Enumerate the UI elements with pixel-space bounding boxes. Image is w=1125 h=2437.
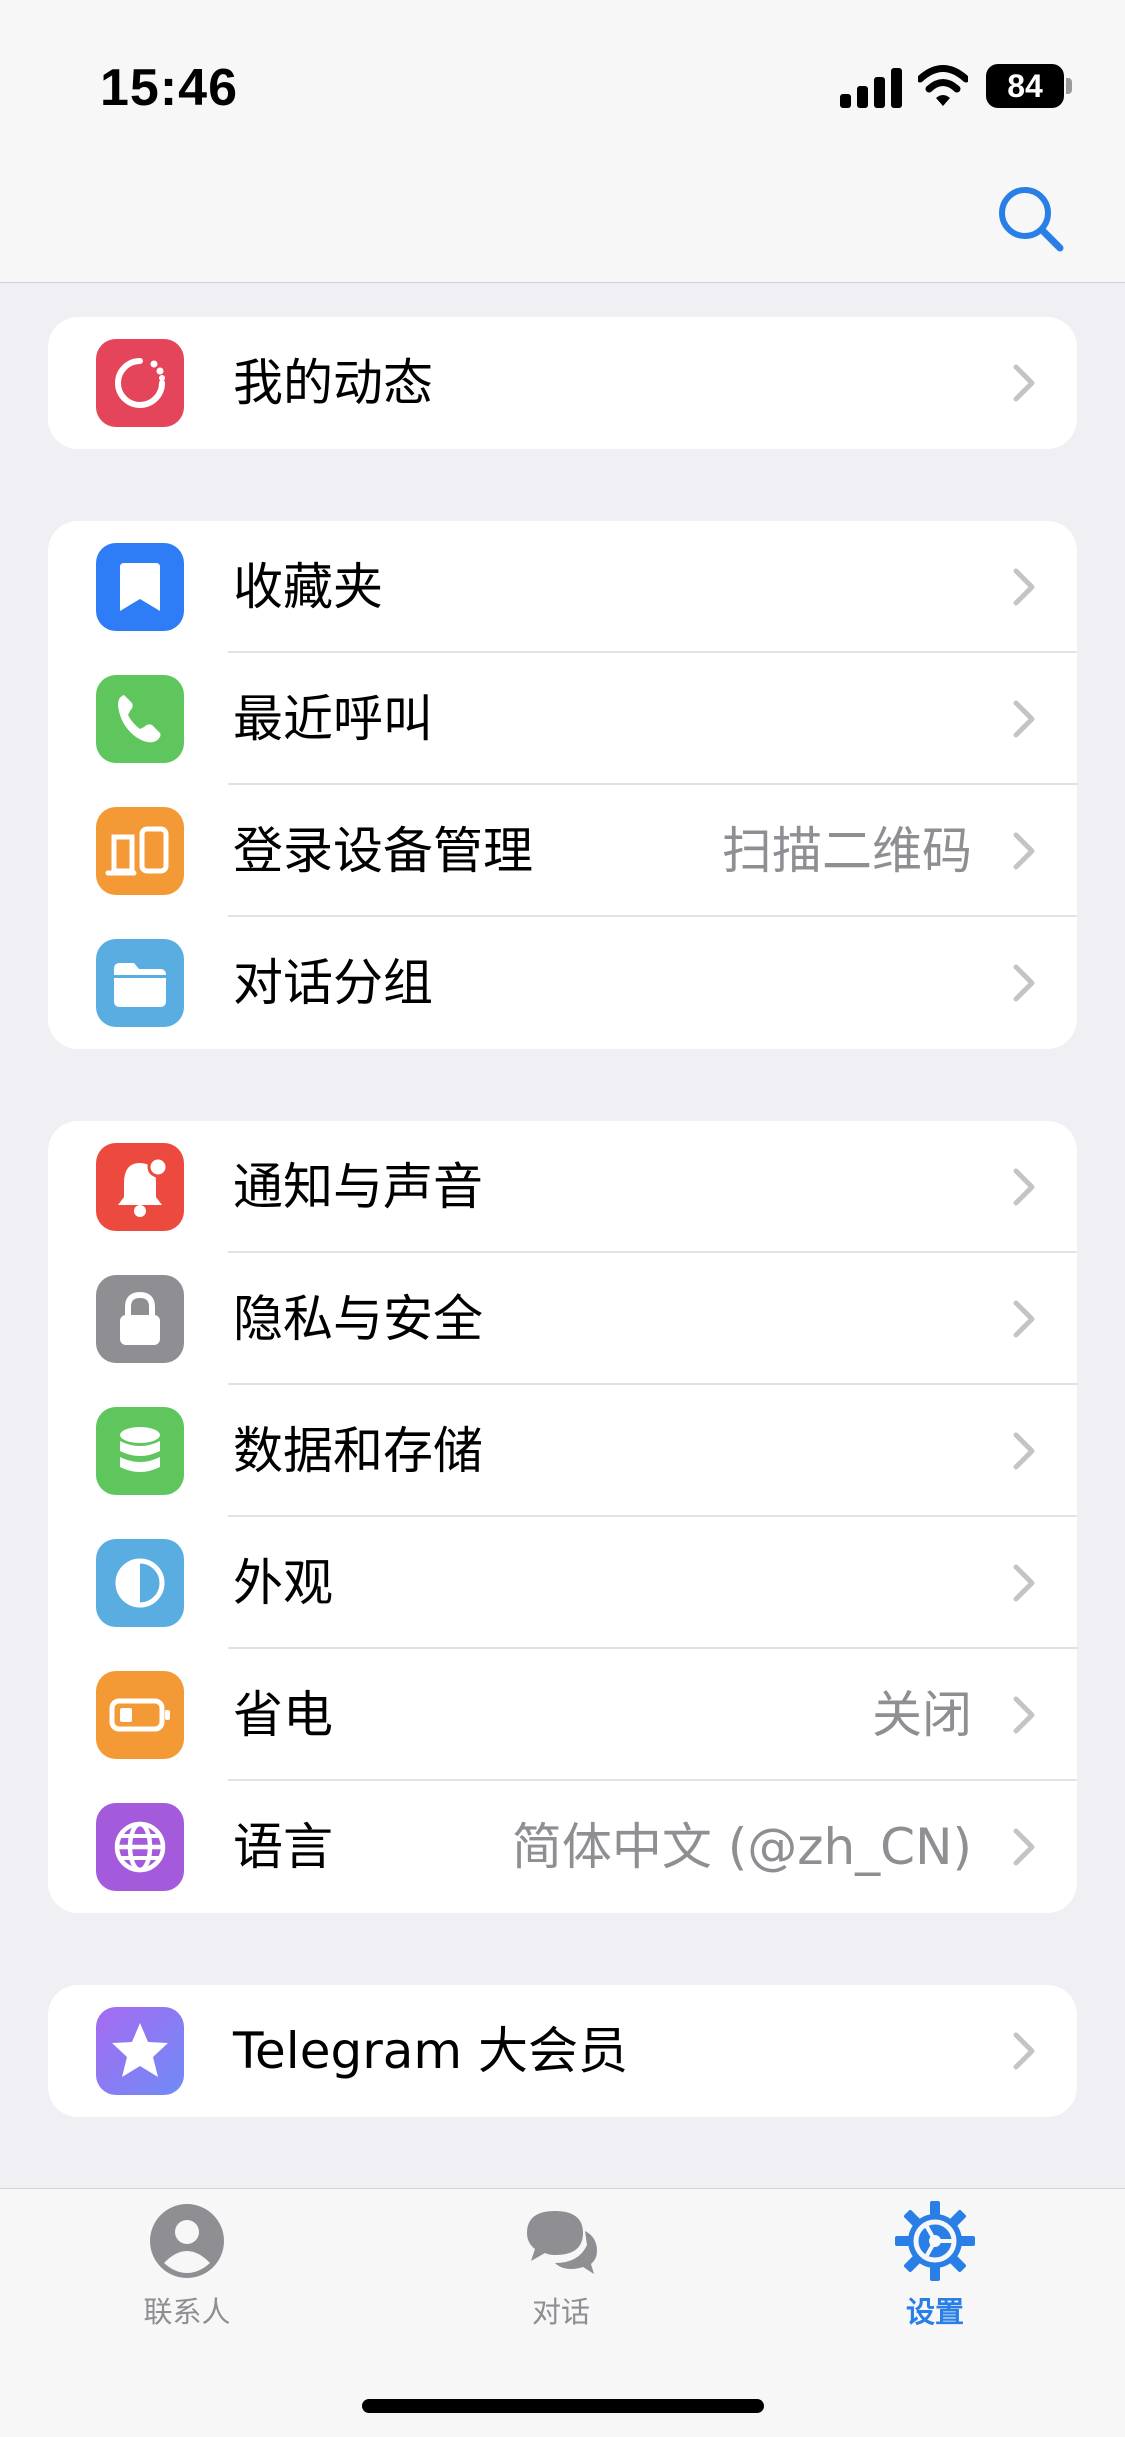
- chevron-right-icon: [1013, 364, 1035, 402]
- row-value: 简体中文 (@zh_CN): [511, 1818, 972, 1876]
- tab-contacts[interactable]: 联系人: [77, 2189, 297, 2329]
- chevron-right-icon: [1013, 964, 1035, 1002]
- row-appearance[interactable]: 外观: [48, 1517, 1077, 1649]
- home-indicator[interactable]: [362, 2399, 764, 2413]
- chevron-right-icon: [1013, 700, 1035, 738]
- phone-icon: [96, 675, 184, 763]
- tab-chats[interactable]: 对话: [451, 2189, 671, 2329]
- row-label: Telegram 大会员: [233, 2022, 628, 2080]
- status-time: 15:46: [100, 59, 238, 117]
- row-label: 数据和存储: [233, 1422, 483, 1480]
- chats-icon: [527, 2211, 597, 2274]
- premium-star-icon: [96, 2007, 184, 2095]
- tab-label: 设置: [905, 2295, 964, 2329]
- wifi-icon: [918, 65, 968, 106]
- chevron-right-icon: [1013, 1432, 1035, 1470]
- navigation-bar: [0, 180, 1125, 283]
- row-telegram-premium[interactable]: Telegram 大会员: [48, 1985, 1077, 2117]
- chevron-right-icon: [1013, 2032, 1035, 2070]
- lock-icon: [96, 1275, 184, 1363]
- settings-icon: [895, 2201, 975, 2281]
- chevron-right-icon: [1013, 1564, 1035, 1602]
- settings-group-preferences: 通知与声音 隐私与安全 数据和存储 外观 省电 关闭 语言 简体中文 (@zh_…: [48, 1121, 1077, 1913]
- row-label: 我的动态: [233, 354, 433, 412]
- tab-settings[interactable]: 设置: [825, 2189, 1045, 2329]
- tab-label: 对话: [531, 2295, 590, 2329]
- row-value: 关闭: [872, 1686, 972, 1744]
- settings-group-saved: 收藏夹 最近呼叫 登录设备管理 扫描二维码 对话分组: [48, 521, 1077, 1049]
- contacts-icon: [150, 2204, 224, 2278]
- devices-icon: [96, 807, 184, 895]
- status-bar: 15:46 84: [0, 0, 1125, 180]
- row-label: 对话分组: [233, 954, 433, 1012]
- row-power-saving[interactable]: 省电 关闭: [48, 1649, 1077, 1781]
- globe-icon: [96, 1803, 184, 1891]
- database-icon: [96, 1407, 184, 1495]
- row-devices[interactable]: 登录设备管理 扫描二维码: [48, 785, 1077, 917]
- row-label: 通知与声音: [233, 1158, 483, 1216]
- row-my-stories[interactable]: 我的动态: [48, 317, 1077, 449]
- row-value: 扫描二维码: [722, 822, 972, 880]
- chevron-right-icon: [1013, 1300, 1035, 1338]
- chevron-right-icon: [1013, 1828, 1035, 1866]
- chevron-right-icon: [1013, 1696, 1035, 1734]
- row-data-storage[interactable]: 数据和存储: [48, 1385, 1077, 1517]
- row-label: 最近呼叫: [233, 690, 433, 748]
- row-chat-folders[interactable]: 对话分组: [48, 917, 1077, 1049]
- row-label: 省电: [233, 1686, 333, 1744]
- chevron-right-icon: [1013, 1168, 1035, 1206]
- stories-icon: [96, 339, 184, 427]
- tab-bar: 联系人 对话 设置: [0, 2188, 1125, 2437]
- settings-group-stories: 我的动态: [48, 317, 1077, 449]
- bookmark-icon: [96, 543, 184, 631]
- settings-group-premium: Telegram 大会员: [48, 1985, 1077, 2117]
- row-language[interactable]: 语言 简体中文 (@zh_CN): [48, 1781, 1077, 1913]
- chevron-right-icon: [1013, 568, 1035, 606]
- battery-level: 84: [1007, 68, 1043, 104]
- battery-saver-icon: [96, 1671, 184, 1759]
- row-recent-calls[interactable]: 最近呼叫: [48, 653, 1077, 785]
- bell-icon: [96, 1143, 184, 1231]
- appearance-icon: [96, 1539, 184, 1627]
- search-icon[interactable]: [992, 180, 1072, 260]
- row-label: 收藏夹: [233, 558, 383, 616]
- folder-icon: [96, 939, 184, 1027]
- tab-label: 联系人: [143, 2295, 231, 2329]
- row-label: 登录设备管理: [233, 822, 533, 880]
- battery-indicator: 84: [986, 64, 1074, 110]
- row-privacy-security[interactable]: 隐私与安全: [48, 1253, 1077, 1385]
- chevron-right-icon: [1013, 832, 1035, 870]
- row-label: 外观: [233, 1554, 333, 1612]
- row-notifications[interactable]: 通知与声音: [48, 1121, 1077, 1253]
- row-saved-messages[interactable]: 收藏夹: [48, 521, 1077, 653]
- row-label: 语言: [233, 1818, 333, 1876]
- row-label: 隐私与安全: [233, 1290, 483, 1348]
- cellular-signal-icon: [840, 68, 902, 108]
